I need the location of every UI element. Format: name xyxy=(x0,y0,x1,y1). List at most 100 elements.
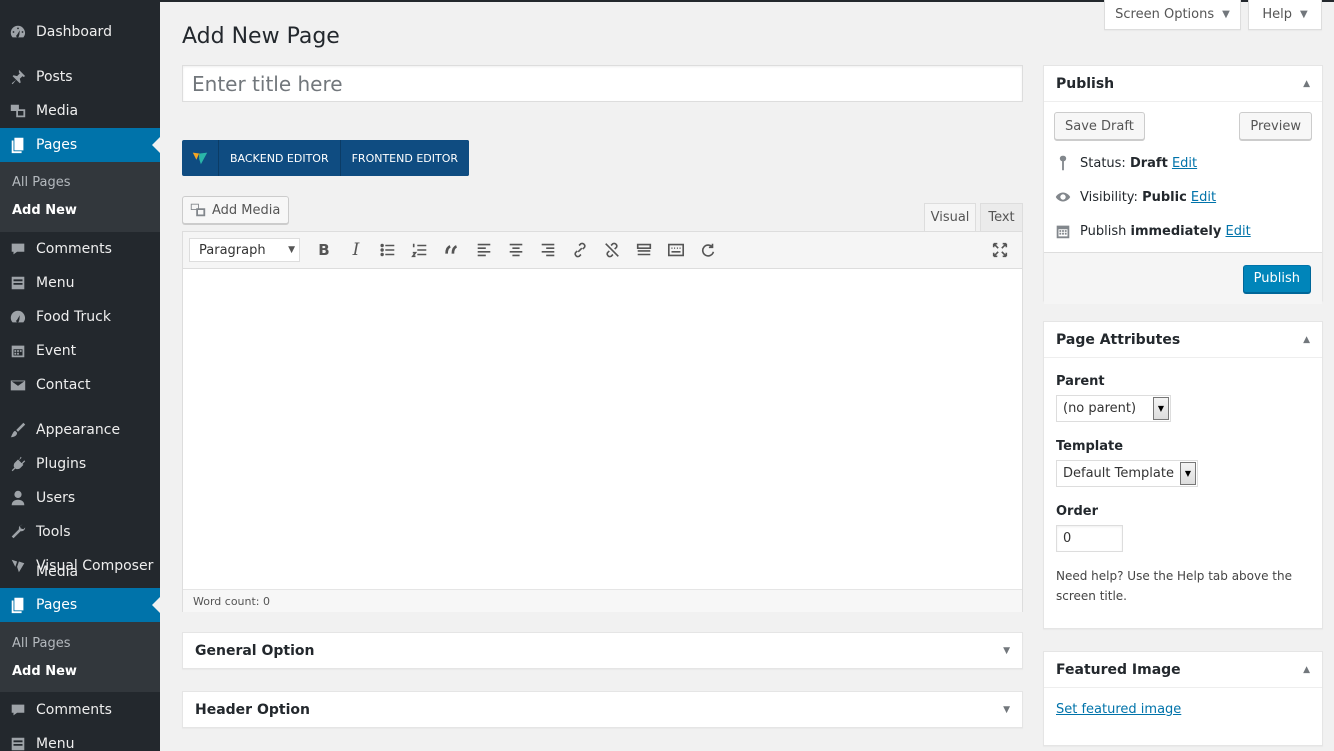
menu-comments-2[interactable]: Comments xyxy=(0,693,160,727)
menu-event[interactable]: Event xyxy=(0,334,160,368)
tab-visual[interactable]: Visual xyxy=(924,203,976,231)
save-draft-button[interactable]: Save Draft xyxy=(1054,112,1145,140)
align-left-button[interactable] xyxy=(468,236,500,264)
menu-plugins[interactable]: Plugins xyxy=(0,447,160,481)
visibility-label: Visibility: xyxy=(1080,189,1138,205)
refresh-icon xyxy=(702,243,715,257)
media-icon xyxy=(0,102,36,120)
submenu-all-pages[interactable]: All Pages xyxy=(0,629,160,657)
bullet-list-button[interactable] xyxy=(372,236,404,264)
menu-icon xyxy=(0,735,36,751)
help-tab[interactable]: Help ▼ xyxy=(1248,0,1322,30)
toolbar-toggle-button[interactable] xyxy=(660,236,692,264)
menu-comments[interactable]: Comments xyxy=(0,232,160,266)
link-icon xyxy=(574,242,586,258)
caret-down-icon: ▼ xyxy=(1299,9,1308,20)
general-option-box[interactable]: General Option ▼ xyxy=(182,632,1023,669)
menu-label: Food Truck xyxy=(36,309,111,325)
toggle-arrow-icon[interactable]: ▼ xyxy=(1003,646,1010,656)
menu-contact[interactable]: Contact xyxy=(0,368,160,402)
publish-header[interactable]: Publish ▲ xyxy=(1044,66,1322,102)
admin-sidebar: Dashboard Posts Media Pages All Pages Ad… xyxy=(0,0,160,751)
screen-options-label: Screen Options xyxy=(1115,7,1215,22)
featured-image-box: Featured Image ▲ Set featured image xyxy=(1043,651,1323,746)
page-attributes-header[interactable]: Page Attributes ▲ xyxy=(1044,322,1322,358)
menu-menu-2[interactable]: Menu xyxy=(0,727,160,751)
menu-users[interactable]: Users xyxy=(0,481,160,515)
menu-menu[interactable]: Menu xyxy=(0,266,160,300)
caret-down-icon: ▼ xyxy=(288,245,295,255)
header-option-header[interactable]: Header Option ▼ xyxy=(183,692,1022,727)
wrench-icon xyxy=(0,523,36,541)
menu-label: Plugins xyxy=(36,456,87,472)
word-count: Word count: 0 xyxy=(183,589,1022,612)
preview-button[interactable]: Preview xyxy=(1239,112,1312,140)
format-select[interactable]: Paragraph ▼ xyxy=(189,238,300,262)
featured-image-header[interactable]: Featured Image ▲ xyxy=(1044,652,1322,688)
template-select[interactable]: Default Template ▼ xyxy=(1056,460,1198,487)
content-editor: Paragraph ▼ B I Word count: 0 xyxy=(182,231,1023,612)
help-text: Need help? Use the Help tab above the sc… xyxy=(1056,569,1293,603)
submenu-add-new[interactable]: Add New xyxy=(0,196,160,224)
help-label: Help xyxy=(1262,7,1292,22)
header-option-box[interactable]: Header Option ▼ xyxy=(182,691,1023,728)
pages-icon xyxy=(0,596,36,614)
tab-text[interactable]: Text xyxy=(980,203,1023,231)
menu-pages-2[interactable]: Pages xyxy=(0,588,160,622)
insert-link-button[interactable] xyxy=(564,236,596,264)
menu-posts[interactable]: Posts xyxy=(0,60,160,94)
fullscreen-button[interactable] xyxy=(984,236,1016,264)
order-input[interactable]: 0 xyxy=(1056,525,1123,552)
menu-dashboard[interactable]: Dashboard xyxy=(0,15,160,49)
italic-button[interactable]: I xyxy=(340,236,372,264)
header-option-title: Header Option xyxy=(195,701,310,718)
screen-options-tab[interactable]: Screen Options ▼ xyxy=(1104,0,1241,30)
menu-media[interactable]: Media xyxy=(0,94,160,128)
toggle-arrow-icon[interactable]: ▼ xyxy=(1003,705,1010,715)
set-featured-image-link[interactable]: Set featured image xyxy=(1056,702,1181,717)
submenu-add-new[interactable]: Add New xyxy=(0,657,160,685)
menu-tools[interactable]: Tools xyxy=(0,515,160,549)
edit-schedule-link[interactable]: Edit xyxy=(1226,224,1251,239)
add-media-button[interactable]: Add Media xyxy=(182,196,290,224)
parent-select[interactable]: (no parent) ▼ xyxy=(1056,395,1171,422)
page-title: Add New Page xyxy=(182,24,340,49)
numbered-list-button[interactable] xyxy=(404,236,436,264)
title-input[interactable] xyxy=(182,65,1023,102)
align-center-button[interactable] xyxy=(500,236,532,264)
blockquote-button[interactable] xyxy=(436,236,468,264)
featured-image-title: Featured Image xyxy=(1056,661,1181,678)
backend-editor-button[interactable]: BACKEND EDITOR xyxy=(218,140,340,176)
status-value: Draft xyxy=(1129,155,1168,171)
publish-button[interactable]: Publish xyxy=(1242,264,1311,293)
unlink-button[interactable] xyxy=(596,236,628,264)
menu-pages[interactable]: Pages xyxy=(0,128,160,162)
menu-label: Posts xyxy=(36,69,73,85)
general-option-header[interactable]: General Option ▼ xyxy=(183,633,1022,668)
parent-label: Parent xyxy=(1056,374,1105,389)
publish-actions: Publish xyxy=(1044,252,1322,304)
toggle-arrow-icon[interactable]: ▲ xyxy=(1303,665,1310,675)
bold-button[interactable]: B xyxy=(308,236,340,264)
align-right-button[interactable] xyxy=(532,236,564,264)
dashboard-icon xyxy=(0,23,36,41)
menu-food-truck[interactable]: Food Truck xyxy=(0,300,160,334)
refresh-button[interactable] xyxy=(692,236,724,264)
edit-visibility-link[interactable]: Edit xyxy=(1191,190,1216,205)
menu-icon xyxy=(0,274,36,292)
bullet-list-icon xyxy=(380,243,395,257)
editor-content-area[interactable] xyxy=(183,269,1022,589)
menu-visual-composer[interactable]: Visual Composer xyxy=(0,549,160,583)
submenu-all-pages[interactable]: All Pages xyxy=(0,168,160,196)
user-icon xyxy=(0,489,36,507)
menu-appearance[interactable]: Appearance xyxy=(0,413,160,447)
paintbrush-icon xyxy=(0,421,36,439)
toggle-arrow-icon[interactable]: ▲ xyxy=(1303,335,1310,345)
page-attributes-title: Page Attributes xyxy=(1056,331,1181,348)
frontend-editor-button[interactable]: FRONTEND EDITOR xyxy=(339,140,470,176)
edit-status-link[interactable]: Edit xyxy=(1172,156,1197,171)
general-option-title: General Option xyxy=(195,642,315,659)
toggle-arrow-icon[interactable]: ▲ xyxy=(1303,79,1310,89)
visibility-row: Visibility: Public Edit xyxy=(1054,180,1312,214)
read-more-button[interactable] xyxy=(628,236,660,264)
